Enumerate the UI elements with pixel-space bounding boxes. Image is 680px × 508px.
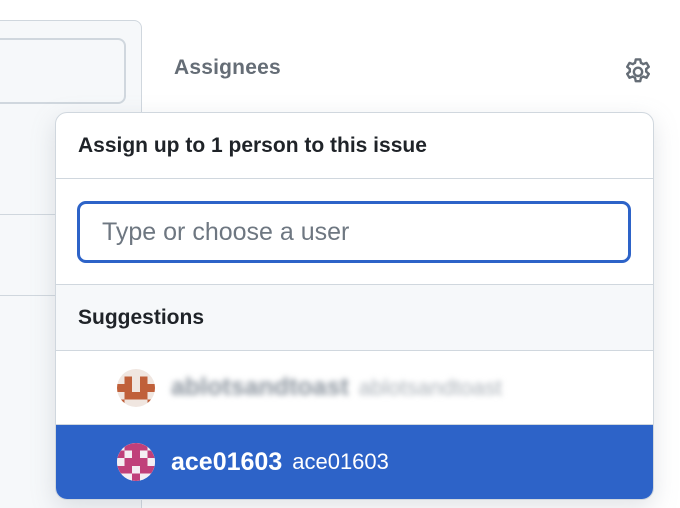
suggestion-item-selected[interactable]: ace01603 ace01603 bbox=[56, 425, 653, 499]
suggestions-header: Suggestions bbox=[56, 285, 653, 351]
popover-title: Assign up to 1 person to this issue bbox=[78, 133, 427, 157]
suggestion-name: ace01603 bbox=[292, 449, 389, 474]
suggestions-label: Suggestions bbox=[78, 305, 205, 329]
assignees-heading: Assignees bbox=[174, 56, 281, 79]
user-filter-input[interactable] bbox=[77, 201, 631, 263]
popover-header: Assign up to 1 person to this issue bbox=[56, 113, 653, 179]
gear-icon bbox=[626, 58, 650, 83]
assignees-popover: Assign up to 1 person to this issue Sugg… bbox=[55, 112, 654, 500]
popover-filter bbox=[56, 179, 653, 285]
issue-title-field[interactable] bbox=[0, 38, 126, 104]
suggestion-item[interactable]: ablotsandtoast ablotsandtoast bbox=[56, 351, 653, 425]
suggestion-login: ace01603 bbox=[171, 447, 283, 476]
avatar bbox=[117, 443, 155, 481]
avatar bbox=[117, 368, 155, 407]
suggestion-login: ablotsandtoast bbox=[171, 373, 349, 401]
issue-sidebar-view: Assignees Assign up to 1 person to this … bbox=[0, 0, 680, 508]
assignees-settings-button[interactable] bbox=[618, 52, 658, 92]
suggestion-name: ablotsandtoast bbox=[358, 374, 502, 400]
